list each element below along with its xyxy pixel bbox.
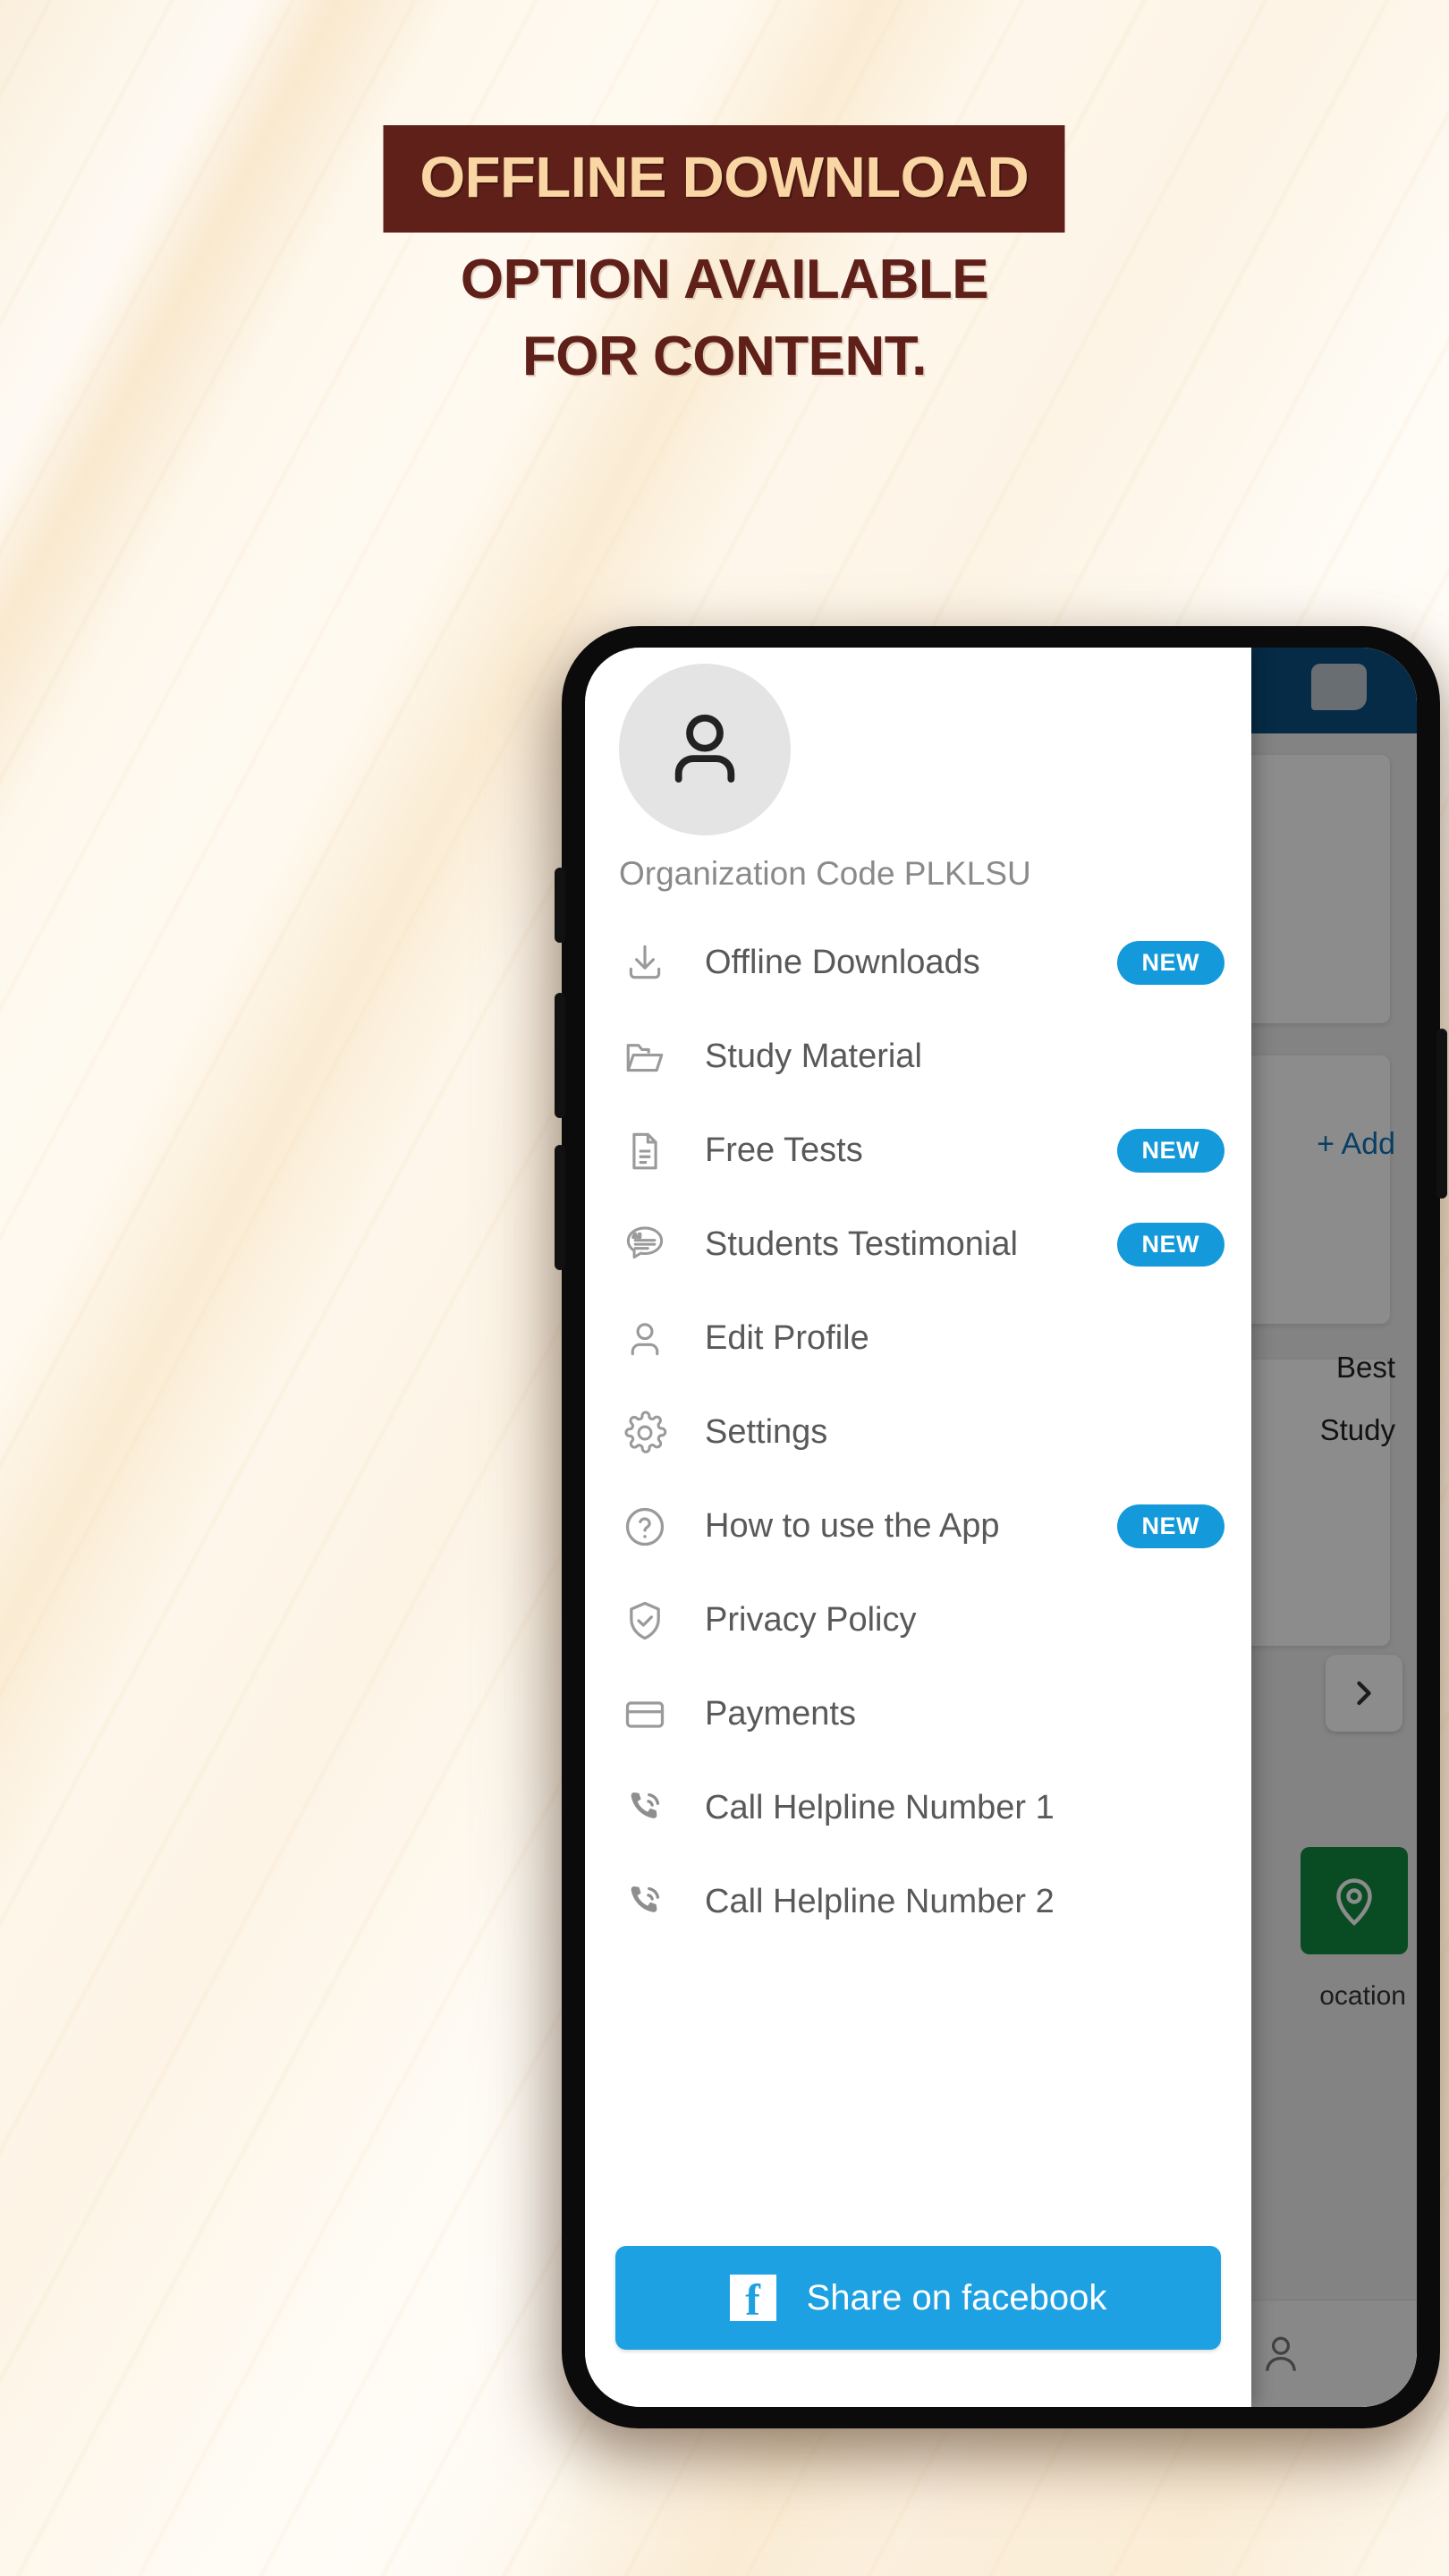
person-icon	[615, 1309, 674, 1368]
power-button[interactable]	[1436, 1029, 1447, 1199]
share-button-label: Share on facebook	[806, 2277, 1107, 2318]
menu-item-label: Settings	[705, 1413, 828, 1451]
menu-item-label: How to use the App	[705, 1507, 1000, 1545]
phone-body: + Add Best Study ocation Organization Co…	[555, 626, 1447, 2428]
menu-item-students-testimonial[interactable]: Students Testimonial NEW	[585, 1198, 1251, 1292]
new-badge: NEW	[1116, 1504, 1224, 1548]
person-icon	[674, 714, 735, 783]
poster-headline: OFFLINE DOWNLOAD OPTION AVAILABLE FOR CO…	[0, 125, 1449, 385]
folder-icon	[615, 1028, 674, 1087]
headline-line-1: OFFLINE DOWNLOAD	[383, 125, 1066, 233]
new-badge: NEW	[1116, 1129, 1224, 1173]
facebook-icon: f	[729, 2275, 776, 2322]
volume-up-button[interactable]	[555, 993, 565, 1118]
new-badge: NEW	[1116, 1223, 1224, 1267]
organization-code: Organization Code PLKLSU	[619, 855, 1031, 892]
menu-item-call-helpline-number-1[interactable]: Call Helpline Number 1	[585, 1761, 1251, 1855]
menu-item-privacy-policy[interactable]: Privacy Policy	[585, 1573, 1251, 1667]
download-icon	[615, 934, 674, 993]
document-icon	[615, 1122, 674, 1181]
menu-item-label: Offline Downloads	[705, 944, 980, 981]
menu-item-label: Edit Profile	[705, 1319, 869, 1357]
drawer-menu-list: Offline Downloads NEW Study Material Fre…	[585, 916, 1251, 2233]
drawer-footer: f Share on facebook	[585, 2233, 1251, 2407]
avatar[interactable]	[619, 664, 791, 835]
menu-item-payments[interactable]: Payments	[585, 1667, 1251, 1761]
phone-call-icon	[615, 1779, 674, 1838]
navigation-drawer: Organization Code PLKLSU Offline Downloa…	[585, 648, 1251, 2407]
menu-item-call-helpline-number-2[interactable]: Call Helpline Number 2	[585, 1855, 1251, 1949]
menu-item-settings[interactable]: Settings	[585, 1385, 1251, 1479]
menu-item-label: Students Testimonial	[705, 1225, 1018, 1263]
menu-item-label: Privacy Policy	[705, 1601, 917, 1639]
phone-screen: + Add Best Study ocation Organization Co…	[585, 648, 1417, 2407]
new-badge: NEW	[1116, 941, 1224, 985]
question-icon	[615, 1497, 674, 1556]
menu-item-free-tests[interactable]: Free Tests NEW	[585, 1104, 1251, 1198]
menu-item-offline-downloads[interactable]: Offline Downloads NEW	[585, 916, 1251, 1010]
menu-item-label: Payments	[705, 1695, 856, 1733]
silent-switch[interactable]	[555, 868, 565, 943]
headline-line-3: FOR CONTENT.	[521, 326, 928, 387]
card-icon	[615, 1685, 674, 1744]
menu-item-edit-profile[interactable]: Edit Profile	[585, 1292, 1251, 1385]
volume-down-button[interactable]	[555, 1145, 565, 1270]
phone-mockup: + Add Best Study ocation Organization Co…	[277, 626, 1447, 2504]
menu-item-study-material[interactable]: Study Material	[585, 1010, 1251, 1104]
testimonial-icon	[615, 1216, 674, 1275]
phone-call-icon	[615, 1873, 674, 1932]
menu-item-label: Study Material	[705, 1038, 922, 1075]
share-on-facebook-button[interactable]: f Share on facebook	[615, 2246, 1221, 2350]
menu-item-how-to-use-the-app[interactable]: How to use the App NEW	[585, 1479, 1251, 1573]
shield-check-icon	[615, 1591, 674, 1650]
menu-item-label: Call Helpline Number 1	[705, 1789, 1055, 1826]
gear-icon	[615, 1403, 674, 1462]
drawer-header: Organization Code PLKLSU	[585, 648, 1251, 916]
menu-item-label: Free Tests	[705, 1131, 863, 1169]
menu-item-label: Call Helpline Number 2	[705, 1883, 1055, 1920]
headline-line-2: OPTION AVAILABLE	[460, 249, 989, 310]
